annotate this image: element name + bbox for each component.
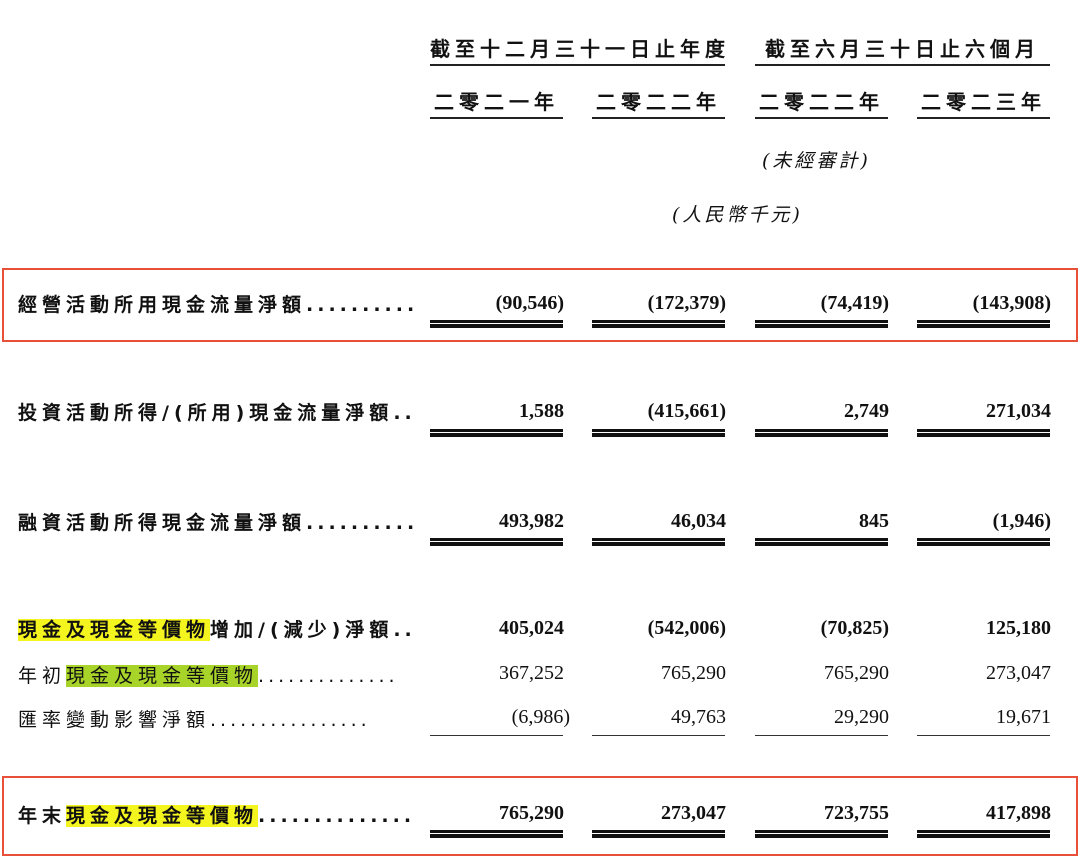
single-rule bbox=[592, 735, 725, 737]
single-rule bbox=[917, 735, 1050, 737]
period-header-six-months-rule bbox=[755, 64, 1050, 66]
double-rule bbox=[917, 538, 1050, 546]
row-label-financing: 融資活動所得現金流量淨額.......... bbox=[18, 512, 419, 534]
double-rule bbox=[755, 830, 888, 838]
value-year-end-h1-2022: 723,755 bbox=[824, 802, 889, 824]
value-financing-h1-2022: 845 bbox=[859, 510, 889, 532]
double-rule bbox=[592, 538, 725, 546]
value-fx-h1-2022: 29,290 bbox=[834, 706, 889, 728]
value-net-change-2022: (542,006) bbox=[647, 617, 726, 639]
value-fx-h1-2023: 19,671 bbox=[996, 706, 1051, 728]
period-header-full-year-rule bbox=[430, 64, 725, 66]
period-header-full-year: 截至十二月三十一日止年度 bbox=[430, 37, 730, 61]
value-beginning-2022: 765,290 bbox=[661, 662, 726, 684]
value-year-end-2022: 273,047 bbox=[661, 802, 726, 824]
value-net-change-h1-2022: (70,825) bbox=[820, 617, 889, 639]
value-investing-2022: (415,661) bbox=[647, 400, 726, 422]
double-rule bbox=[430, 429, 563, 437]
period-header-six-months: 截至六月三十日止六個月 bbox=[765, 37, 1040, 61]
year-header-1: 二零二一年 bbox=[434, 90, 559, 114]
year-header-1-rule bbox=[430, 117, 563, 119]
double-rule bbox=[592, 429, 725, 437]
double-rule bbox=[917, 320, 1050, 328]
double-rule bbox=[430, 830, 563, 838]
value-fx-2021: (6,986) bbox=[511, 706, 570, 728]
double-rule bbox=[592, 830, 725, 838]
double-rule bbox=[592, 320, 725, 328]
double-rule bbox=[755, 538, 888, 546]
row-label-year-end: 年末現金及現金等價物.............. bbox=[18, 805, 416, 827]
double-rule bbox=[430, 320, 563, 328]
value-financing-2021: 493,982 bbox=[499, 510, 564, 532]
year-header-2: 二零二二年 bbox=[596, 90, 721, 114]
value-operating-2021: (90,546) bbox=[495, 292, 564, 314]
single-rule bbox=[755, 735, 888, 737]
value-year-end-2021: 765,290 bbox=[499, 802, 564, 824]
year-header-2-rule bbox=[592, 117, 725, 119]
year-header-4: 二零二三年 bbox=[921, 90, 1046, 114]
value-beginning-h1-2022: 765,290 bbox=[824, 662, 889, 684]
double-rule bbox=[755, 320, 888, 328]
row-label-fx-effect: 匯率變動影響淨額................ bbox=[18, 709, 371, 731]
value-net-change-2021: 405,024 bbox=[499, 617, 564, 639]
value-operating-2022: (172,379) bbox=[647, 292, 726, 314]
double-rule bbox=[755, 429, 888, 437]
value-investing-h1-2022: 2,749 bbox=[844, 400, 889, 422]
value-investing-h1-2023: 271,034 bbox=[986, 400, 1051, 422]
value-financing-2022: 46,034 bbox=[671, 510, 726, 532]
value-beginning-2021: 367,252 bbox=[499, 662, 564, 684]
double-rule bbox=[430, 538, 563, 546]
value-operating-h1-2023: (143,908) bbox=[972, 292, 1051, 314]
value-financing-h1-2023: (1,946) bbox=[992, 510, 1051, 532]
value-operating-h1-2022: (74,419) bbox=[820, 292, 889, 314]
single-rule bbox=[430, 735, 563, 737]
year-header-4-rule bbox=[917, 117, 1050, 119]
year-header-3: 二零二二年 bbox=[759, 90, 884, 114]
row-label-net-change: 現金及現金等價物增加/(減少)淨額.. bbox=[18, 619, 416, 641]
double-rule bbox=[917, 830, 1050, 838]
row-label-beginning: 年初現金及現金等價物.............. bbox=[18, 665, 399, 687]
unaudited-note: (未經審計) bbox=[762, 150, 871, 172]
currency-note: (人民幣千元) bbox=[672, 204, 803, 226]
value-year-end-h1-2023: 417,898 bbox=[986, 802, 1051, 824]
row-label-operating: 經營活動所用現金流量淨額.......... bbox=[18, 294, 419, 316]
row-label-investing: 投資活動所得/(所用)現金流量淨額.. bbox=[18, 402, 416, 424]
value-investing-2021: 1,588 bbox=[519, 400, 564, 422]
value-beginning-h1-2023: 273,047 bbox=[986, 662, 1051, 684]
double-rule bbox=[917, 429, 1050, 437]
value-net-change-h1-2023: 125,180 bbox=[986, 617, 1051, 639]
value-fx-2022: 49,763 bbox=[671, 706, 726, 728]
year-header-3-rule bbox=[755, 117, 888, 119]
